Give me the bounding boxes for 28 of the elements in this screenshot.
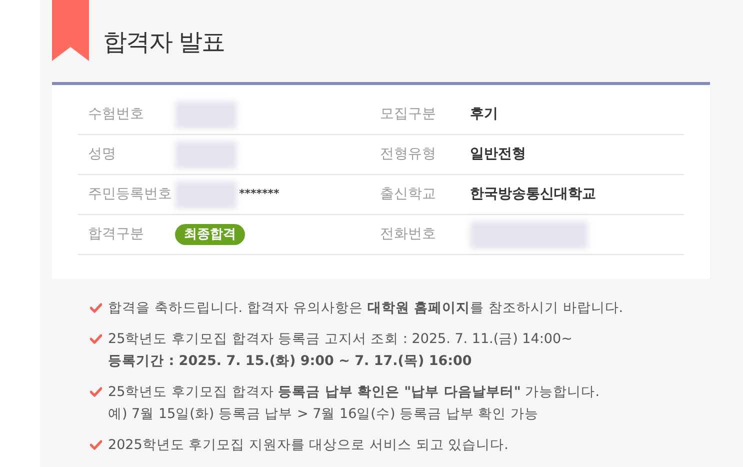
field-value: 일반전형 [470, 145, 526, 164]
check-icon [90, 440, 102, 450]
redacted-blur [175, 100, 237, 128]
field-label: 합격구분 [88, 225, 145, 244]
field-label: 수험번호 [88, 105, 145, 124]
notice-text: 예) 7월 15일(화) 등록금 납부 > 7월 16일(수) 등록금 납부 확인 가능 [108, 405, 540, 424]
field-label: 출신학교 [380, 185, 437, 204]
field-label: 주민등록번호 [88, 185, 173, 204]
field-value: 한국방송통신대학교 [470, 185, 596, 204]
field-label: 전화번호 [380, 225, 437, 244]
status-badge: 최종합격 [175, 224, 245, 246]
field-label: 모집구분 [380, 105, 437, 124]
redacted-blur [175, 140, 237, 168]
bookmark-icon [52, 0, 89, 61]
notice-text: 25학년도 후기모집 합격자 등록금 고지서 조회 : 2025. 7. 11.(금) 14:00~ [108, 330, 572, 349]
field-label: 전형유형 [380, 145, 437, 164]
notice-text: 2025학년도 후기모집 지원자를 대상으로 서비스 되고 있습니다. [108, 436, 508, 455]
field-value: 후기 [470, 105, 498, 124]
check-icon [90, 387, 102, 397]
field-label: 성명 [88, 145, 117, 164]
field-value: ******* [239, 186, 280, 202]
page-title: 합격자 발표 [103, 27, 225, 58]
redacted-blur [175, 180, 237, 208]
check-icon [90, 334, 102, 344]
notice-text: 합격을 축하드립니다. 합격자 유의사항은 대학원 홈페이지를 참조하시기 바랍니다. [108, 299, 624, 318]
check-icon [90, 303, 102, 313]
notice-text: 25학년도 후기모집 합격자 등록금 납부 확인은 "납부 다음날부터" 가능합니다. [108, 383, 600, 402]
notice-text: 등록기간 : 2025. 7. 15.(화) 9:00 ~ 7. 17.(목) 16:00 [108, 352, 473, 371]
